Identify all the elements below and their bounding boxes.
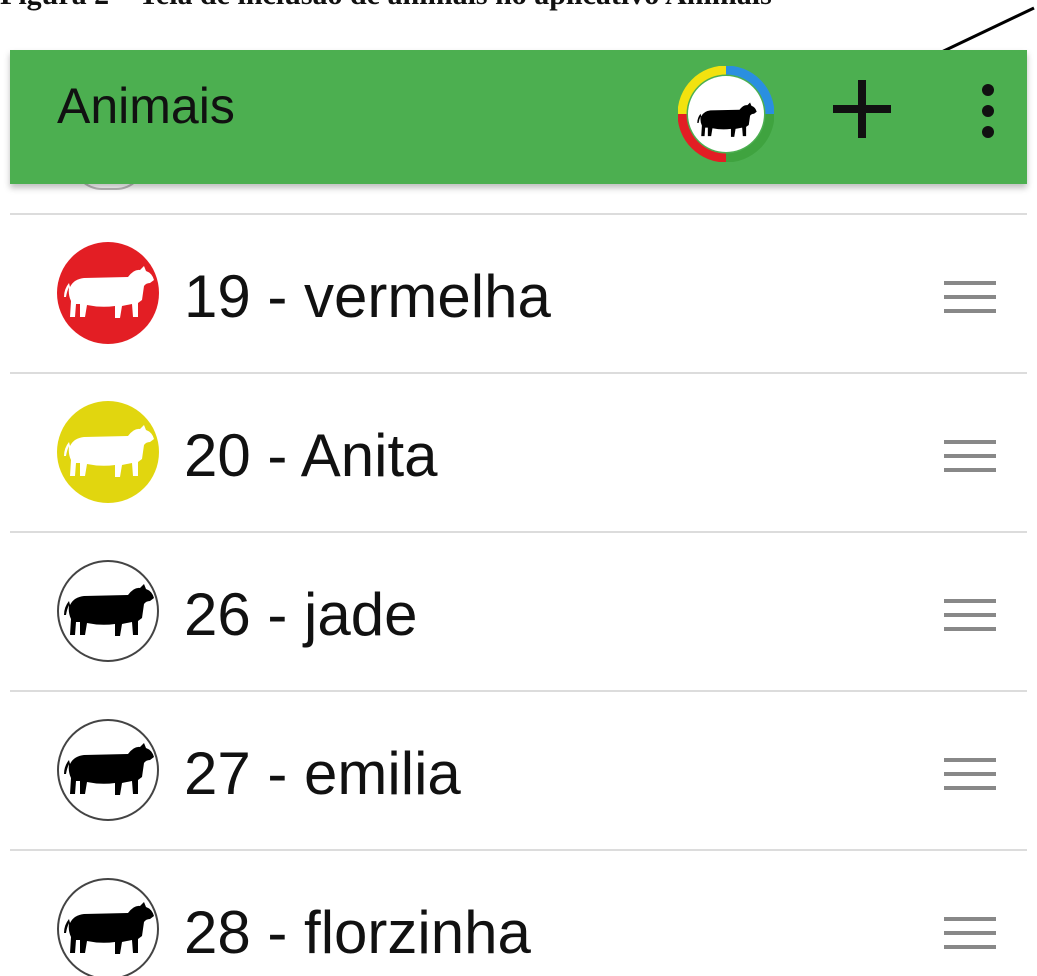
animal-label: 28 - florzinha [184, 899, 531, 966]
screen: Figura 2 – Tela de inclusão de animais n… [0, 0, 1037, 976]
cow-icon [57, 242, 159, 344]
list-item-animal[interactable]: 26 - jade [10, 533, 1027, 689]
cow-logo-icon[interactable] [678, 66, 774, 162]
drag-handle-icon[interactable] [942, 595, 998, 635]
animal-label: 20 - Anita [184, 422, 438, 489]
drag-handle-icon[interactable] [942, 913, 998, 953]
animal-label: 26 - jade [184, 581, 418, 648]
more-vert-icon[interactable] [968, 76, 1008, 146]
app-bar: Animais [10, 50, 1027, 184]
list-item-animal[interactable]: 19 - vermelha [10, 215, 1027, 371]
cow-icon [57, 560, 159, 662]
drag-handle-icon[interactable] [942, 436, 998, 476]
list-item-animal[interactable]: 28 - florzinha [10, 851, 1027, 976]
drag-handle-icon[interactable] [942, 277, 998, 317]
add-icon[interactable] [827, 74, 897, 144]
cow-icon [57, 719, 159, 821]
animal-label: 27 - emilia [184, 740, 461, 807]
app-bar-title: Animais [57, 78, 235, 134]
drag-handle-icon[interactable] [942, 754, 998, 794]
cow-icon [57, 401, 159, 503]
animal-label: 19 - vermelha [184, 263, 551, 330]
list-item-animal[interactable]: 20 - Anita [10, 374, 1027, 530]
cow-icon [57, 878, 159, 976]
list-item-animal[interactable]: 27 - emilia [10, 692, 1027, 848]
